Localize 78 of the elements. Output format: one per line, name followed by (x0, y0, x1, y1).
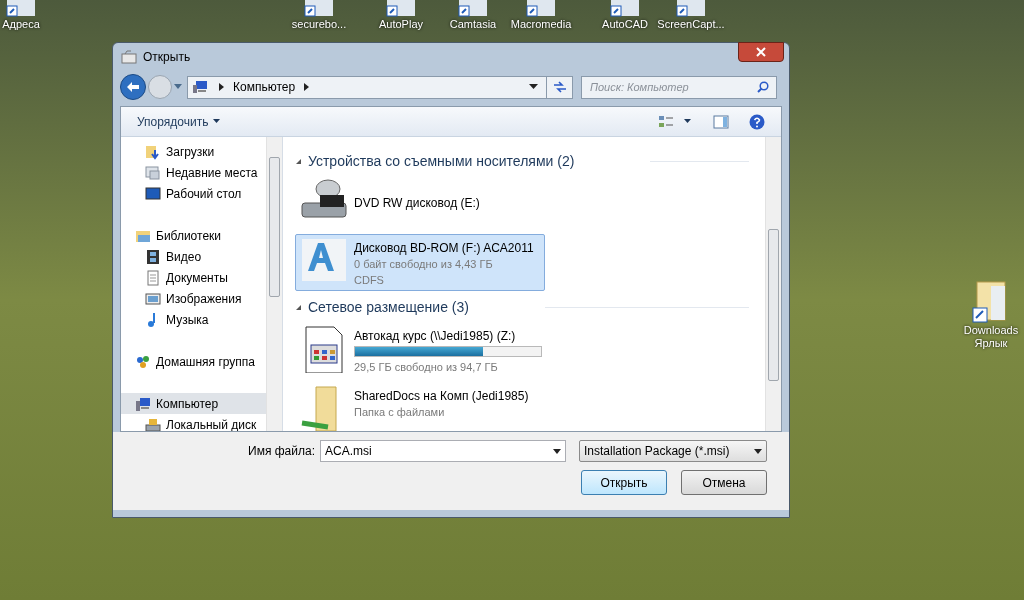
desktop-icon-label[interactable]: securebo... (291, 18, 347, 31)
nav-item[interactable]: Локальный диск (121, 414, 266, 431)
file-type-dropdown[interactable]: Installation Package (*.msi) (579, 440, 767, 462)
nav-item[interactable]: Рабочий стол (121, 183, 266, 204)
dialog-button[interactable]: Отмена (681, 470, 767, 495)
address-bar[interactable]: Компьютер (187, 75, 573, 99)
dropdown-icon (529, 84, 538, 90)
scrollbar[interactable] (266, 137, 282, 431)
nav-item[interactable]: Музыка (121, 309, 266, 330)
field-label: Имя файла: (248, 443, 315, 460)
close-icon (756, 47, 766, 57)
file-item[interactable]: Дисковод BD-ROM (F:) ACA2011 0 байт свободно из 4,43 ГБ CDFS (295, 234, 545, 291)
view-button[interactable] (658, 114, 691, 129)
dropdown-icon (213, 119, 221, 124)
item-detail: CDFS (354, 273, 385, 288)
dropdown-icon (553, 449, 561, 454)
dropdown-icon (754, 448, 762, 454)
documents-icon (145, 269, 161, 286)
dropdown-icon (174, 84, 182, 90)
recent-icon (145, 164, 161, 181)
desktop-icon-label[interactable]: AutoPlay (379, 18, 423, 31)
collapse-arrow-icon[interactable] (295, 158, 302, 165)
item-name: Автокад курс (\\Jedi1985) (Z:) (354, 328, 517, 344)
nav-item[interactable]: Недавние места (121, 162, 266, 183)
chevron-right-icon (218, 83, 225, 91)
item-detail: Папка с файлами (354, 405, 446, 420)
shortcut-label[interactable]: Ярлык (974, 337, 1008, 350)
arrow-left-icon (126, 81, 140, 93)
desktop-icon-label[interactable]: AutoCAD (602, 18, 648, 31)
window-title: Открыть (143, 49, 191, 66)
downloads-icon (145, 143, 161, 160)
item-name: SharedDocs на Комп (Jedi1985) (354, 388, 529, 404)
pictures-icon (145, 290, 161, 307)
search-icon (757, 80, 769, 93)
view-list-icon (658, 114, 674, 129)
shortcut-label[interactable]: Downloads (963, 324, 1019, 337)
file-item[interactable]: DVD RW дисковод (E:) (295, 176, 545, 230)
item-name: Дисковод BD-ROM (F:) ACA2011 (354, 240, 534, 256)
item-name: DVD RW дисковод (E:) (354, 195, 480, 211)
group-header[interactable]: Сетевое размещение (3) (308, 297, 469, 318)
collapse-arrow-icon[interactable] (295, 304, 302, 311)
nav-item[interactable]: Загрузки (121, 141, 266, 162)
computer-icon (135, 395, 151, 412)
nav-item[interactable]: Компьютер (121, 393, 266, 414)
organize-button[interactable]: Упорядочить (137, 112, 221, 131)
desktop-icon (145, 185, 161, 202)
nav-item[interactable]: Библиотеки (121, 225, 266, 246)
back-button[interactable] (120, 74, 146, 100)
desktop-icon-label[interactable]: Camtasia (449, 18, 497, 31)
group-header[interactable]: Устройства со съемными носителями (2) (308, 151, 575, 172)
filename-field[interactable]: ACA.msi (320, 440, 566, 462)
help-icon (749, 113, 765, 130)
file-item[interactable]: SharedDocs на Комп (Jedi1985) Папка с файлами (295, 382, 545, 431)
item-detail: 29,5 ГБ свободно из 94,7 ГБ (354, 360, 499, 375)
nav-item[interactable]: Домашняя группа (121, 351, 266, 372)
nav-item[interactable]: Видео (121, 246, 266, 267)
computer-icon (192, 80, 208, 94)
scrollbar[interactable] (765, 137, 781, 431)
item-detail: 0 байт свободно из 4,43 ГБ (354, 257, 494, 272)
desktop-icon-label[interactable]: Адреса (2, 18, 40, 31)
nav-item[interactable]: Изображения (121, 288, 266, 309)
file-item[interactable]: Автокад курс (\\Jedi1985) (Z:) 29,5 ГБ свободно из 94,7 ГБ (295, 322, 545, 378)
search-field[interactable]: Поиск: Компьютер (581, 75, 777, 99)
disk-icon (145, 416, 161, 431)
desktop-icon-label[interactable]: ScreenCapt... (657, 18, 725, 31)
dropdown-icon (684, 119, 691, 124)
breadcrumb-item[interactable]: Компьютер (233, 78, 296, 96)
nav-item[interactable]: Документы (121, 267, 266, 288)
video-icon (145, 248, 161, 265)
close-button[interactable] (738, 42, 784, 62)
homegroup-icon (135, 353, 151, 370)
dialog-icon (121, 50, 137, 64)
dialog-button[interactable]: Открыть (581, 470, 667, 495)
chevron-right-icon (303, 83, 311, 91)
desktop-icon-label[interactable]: Macromedia (510, 18, 572, 31)
help-button[interactable] (749, 113, 765, 130)
preview-pane-icon (713, 114, 729, 129)
refresh-icon (552, 81, 567, 93)
